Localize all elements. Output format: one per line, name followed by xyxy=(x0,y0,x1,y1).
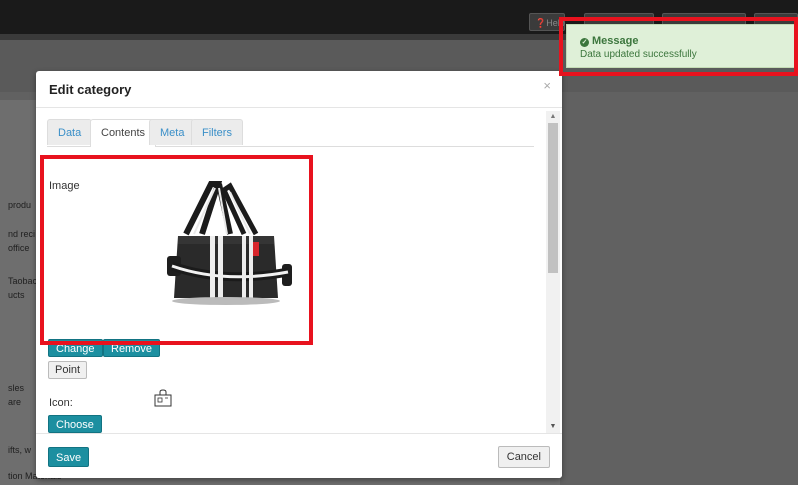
tab-bar: Data Contents Meta Filters xyxy=(47,119,534,147)
success-notification: ✓ Message Data updated successfully xyxy=(566,24,796,68)
check-circle-icon: ✓ xyxy=(580,38,589,47)
sidebar-fragment: produ xyxy=(8,200,32,210)
tab-contents[interactable]: Contents xyxy=(90,119,157,147)
choose-icon-button[interactable]: Choose xyxy=(48,415,102,433)
tab-data[interactable]: Data xyxy=(47,119,93,145)
modal-body: Image Change Remove Point Icon: Choose xyxy=(36,147,546,433)
change-image-button[interactable]: Change xyxy=(48,339,103,357)
sidebar-fragment: ifts, w xyxy=(8,445,32,455)
sidebar-fragment: office xyxy=(8,243,30,253)
scroll-up-arrow-icon[interactable]: ▲ xyxy=(546,111,560,123)
scroll-thumb[interactable] xyxy=(548,123,558,273)
modal-title: Edit category xyxy=(49,82,132,97)
modal-header: Edit category × xyxy=(36,71,562,108)
sidebar-fragment: nd reci xyxy=(8,229,36,239)
sidebar-fragment: ucts xyxy=(8,290,25,300)
scroll-down-arrow-icon[interactable]: ▼ xyxy=(546,421,560,433)
notification-title: ✓ Message xyxy=(580,35,639,47)
help-icon: ❓ xyxy=(535,18,547,28)
help-button[interactable]: ❓Help xyxy=(529,13,565,31)
notification-text: Data updated successfully xyxy=(580,49,697,60)
sidebar-fragment: sles xyxy=(8,383,25,393)
shopping-bag-icon xyxy=(154,389,172,407)
help-label: Help xyxy=(546,18,565,28)
sidebar-fragment: are xyxy=(8,397,22,407)
save-button[interactable]: Save xyxy=(48,447,90,467)
sidebar-fragment: Taobac xyxy=(8,276,38,286)
point-button[interactable]: Point xyxy=(48,361,88,379)
modal-scrollbar[interactable]: ▲ ▼ xyxy=(546,111,560,433)
close-icon[interactable]: × xyxy=(543,78,551,93)
tab-meta[interactable]: Meta xyxy=(149,119,196,145)
edit-category-modal: Edit category × Data Contents Meta Filte… xyxy=(36,71,562,478)
image-label: Image xyxy=(49,180,80,192)
cancel-button[interactable]: Cancel xyxy=(497,446,550,468)
modal-footer: Save Cancel xyxy=(36,433,562,478)
category-image xyxy=(167,181,292,305)
icon-label: Icon: xyxy=(49,397,73,409)
remove-image-button[interactable]: Remove xyxy=(103,339,160,357)
tab-filters[interactable]: Filters xyxy=(191,119,243,145)
